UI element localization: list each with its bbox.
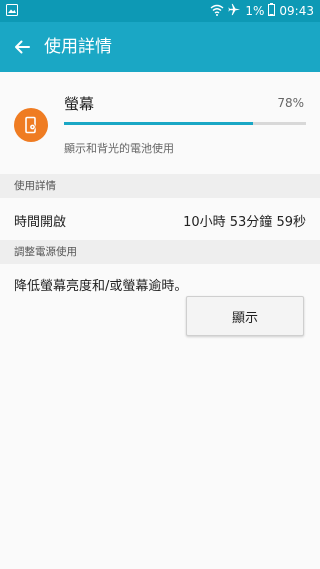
detail-label: 時間開啟 xyxy=(14,215,67,230)
power-adjust-section: 降低螢幕亮度和/或螢幕逾時。 顯示 xyxy=(0,264,320,569)
display-settings-button[interactable]: 顯示 xyxy=(186,296,304,336)
airplane-icon xyxy=(228,3,241,19)
section-header-power-adjust: 調整電源使用 xyxy=(0,240,320,264)
gallery-icon xyxy=(6,4,18,16)
detail-value: 10小時 53分鐘 59秒 xyxy=(183,215,306,230)
usage-item-description: 顯示和背光的電池使用 xyxy=(64,142,174,155)
usage-progress-fill xyxy=(64,122,253,125)
status-bar: 1% 09:43 xyxy=(0,0,320,22)
arrow-left-icon xyxy=(15,40,30,54)
power-adjust-text: 降低螢幕亮度和/或螢幕逾時。 xyxy=(14,279,188,294)
battery-percent: 1% xyxy=(245,4,265,18)
usage-progress-bar xyxy=(64,122,306,125)
page-title: 使用詳情 xyxy=(44,37,112,57)
wifi-icon xyxy=(210,4,224,19)
screen-settings-icon xyxy=(14,108,48,142)
detail-row-time-on: 時間開啟 10小時 53分鐘 59秒 xyxy=(0,198,320,242)
clock: 09:43 xyxy=(279,4,314,18)
usage-item-card: 螢幕 78% 顯示和背光的電池使用 xyxy=(0,72,320,174)
app-bar: 使用詳情 xyxy=(0,22,320,72)
battery-icon xyxy=(268,3,276,19)
section-header-usage-details: 使用詳情 xyxy=(0,174,320,198)
usage-item-percent: 78% xyxy=(277,96,304,110)
status-right: 1% 09:43 xyxy=(210,3,314,19)
usage-item-name: 螢幕 xyxy=(64,95,95,113)
back-button[interactable] xyxy=(8,33,36,61)
